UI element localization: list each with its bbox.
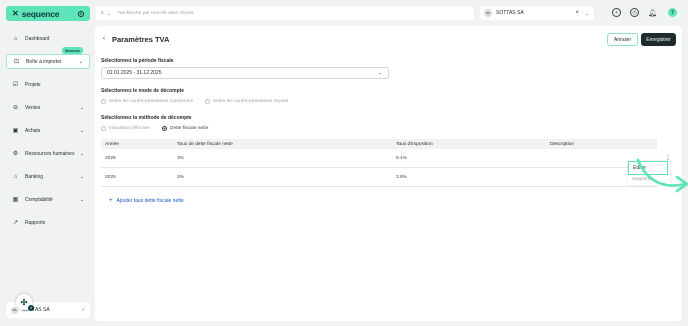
chevron-down-icon: ⌄ bbox=[79, 104, 84, 111]
bell-icon[interactable]: 🔔︎ bbox=[648, 8, 657, 17]
avatar: SS bbox=[484, 9, 492, 17]
chevron-down-icon: ⌄ bbox=[79, 127, 84, 134]
radio-circle bbox=[101, 126, 106, 131]
sidebar-item-label: Dashboard bbox=[25, 35, 50, 42]
sidebar-item-label: Projets bbox=[25, 81, 41, 88]
chevron-down-icon: ⌄ bbox=[585, 10, 589, 16]
method-radio-net-tax[interactable]: Dette fiscale nette bbox=[162, 126, 208, 131]
cell-net-rate: 3% bbox=[177, 156, 184, 161]
new-badge: Nouveau bbox=[62, 47, 83, 54]
count-mode-label: Sélectionnez le mode de décompte bbox=[101, 88, 185, 94]
cell-year: 2025 bbox=[105, 156, 116, 161]
radio-circle bbox=[101, 99, 106, 104]
radio-circle bbox=[205, 99, 210, 104]
count-mode-radio-received[interactable]: Selon les contre-prestations reçues bbox=[205, 99, 288, 104]
column-header: Année bbox=[105, 141, 119, 147]
column-header: Taux de dette fiscale nette bbox=[177, 141, 233, 147]
page-title: Paramètres TVA bbox=[112, 35, 170, 44]
chart-line-icon: ↗ bbox=[12, 220, 19, 226]
method-label: Sélectionnez la méthode de décompte bbox=[101, 115, 192, 121]
sidebar-item-inbox[interactable]: ⊡ Boîte à importer ⌄ bbox=[6, 54, 90, 69]
sequence-logo-icon: ✕ bbox=[12, 9, 19, 18]
table-row[interactable]: 2025 3% 3.8% bbox=[101, 168, 657, 187]
company-selector[interactable]: SS SOTTAS SA × ⌄ bbox=[480, 6, 594, 20]
column-header: Taux d'imposition bbox=[396, 141, 433, 147]
sidebar-item-hr[interactable]: ⚙ Ressources humaines ⌄ bbox=[6, 146, 90, 161]
avatar: SS bbox=[11, 306, 18, 314]
sidebar-item-label: Comptabilité bbox=[25, 196, 53, 203]
search-input[interactable]: ⌕ ⌄ Recherche par mot-clé dans clients bbox=[96, 6, 474, 20]
chevron-down-icon: ⌄ bbox=[79, 196, 84, 203]
radio-label: Imposition effective bbox=[109, 126, 150, 131]
sidebar-item-label: Ventes bbox=[25, 104, 41, 111]
column-header: Description bbox=[550, 141, 574, 147]
home-icon: ⌂ bbox=[13, 35, 18, 42]
table-header: Année Taux de dette fiscale nette Taux d… bbox=[101, 139, 657, 149]
radio-label: Dette fiscale nette bbox=[170, 126, 209, 131]
brand-logo[interactable]: ✕ sequence $ bbox=[6, 6, 90, 21]
chevron-down-icon: ⌄ bbox=[378, 70, 382, 75]
chevron-down-icon: ⌄ bbox=[106, 10, 111, 16]
radio-label: Selon les contre-prestations reçues bbox=[213, 99, 289, 104]
sidebar-item-dashboard[interactable]: ⌂ Dashboard bbox=[6, 31, 90, 46]
cell-year: 2025 bbox=[105, 175, 116, 180]
vat-settings-panel: ‹ Paramètres TVA Annuler Enregistrer Sél… bbox=[95, 26, 688, 321]
cart-icon: ▣ bbox=[12, 128, 19, 134]
sidebar-item-label: Banking bbox=[25, 173, 44, 180]
cell-net-rate: 3% bbox=[177, 175, 184, 180]
sidebar-item-projects[interactable]: ☑ Projets bbox=[6, 77, 90, 92]
brand-name: sequence bbox=[21, 8, 60, 19]
sidebar: ✕ sequence $ ⌂ Dashboard ⊡ Boîte à impor… bbox=[0, 0, 92, 326]
chevron-down-icon: ⌄ bbox=[78, 58, 83, 65]
chevron-down-icon: ⌄ bbox=[79, 173, 84, 180]
plus-icon: + bbox=[109, 198, 113, 204]
currency-icon: $ bbox=[78, 10, 84, 17]
count-mode-radio-agreed[interactable]: Selon les contre-prestations convenues bbox=[101, 99, 193, 104]
notification-count-badge: 4 bbox=[28, 305, 34, 311]
add-link-label: Ajouter taux dette fiscale nette bbox=[116, 198, 184, 204]
method-radio-effective[interactable]: Imposition effective bbox=[101, 126, 150, 131]
cell-tax-rate: 8.1% bbox=[396, 156, 407, 161]
search-placeholder: Recherche par mot-clé dans clients bbox=[118, 10, 194, 16]
gear-icon: ⚙ bbox=[12, 151, 19, 157]
add-icon[interactable]: + bbox=[612, 8, 621, 17]
sidebar-item-sales[interactable]: ⊖ Ventes ⌄ bbox=[6, 100, 90, 115]
table-row[interactable]: 2025 3% 8.1% ⋮ bbox=[101, 149, 671, 168]
calculator-icon: ▦ bbox=[12, 197, 19, 203]
search-icon: ⌕ bbox=[101, 10, 104, 16]
inbox-icon: ⊡ bbox=[13, 59, 20, 65]
radio-label: Selon les contre-prestations convenues bbox=[109, 99, 193, 104]
cell-tax-rate: 3.8% bbox=[396, 175, 407, 180]
back-arrow-icon[interactable]: ‹ bbox=[103, 36, 105, 42]
save-button[interactable]: Enregistrer bbox=[641, 33, 676, 46]
help-icon[interactable]: ? bbox=[668, 8, 677, 17]
sidebar-item-label: Achats bbox=[25, 127, 41, 134]
clear-icon[interactable]: × bbox=[575, 10, 579, 16]
bank-icon: ⌂ bbox=[13, 173, 18, 180]
topbar: ⌕ ⌄ Recherche par mot-clé dans clients S… bbox=[92, 0, 688, 26]
clock-icon[interactable]: ◷ bbox=[630, 8, 639, 17]
radio-circle bbox=[162, 126, 167, 131]
cancel-button[interactable]: Annuler bbox=[607, 33, 638, 46]
period-label: Sélectionnez la période fiscale bbox=[101, 58, 174, 64]
chevron-right-icon: › bbox=[82, 307, 84, 313]
bag-icon: ⊖ bbox=[12, 105, 19, 111]
company-name: SOTTAS SA bbox=[496, 10, 524, 16]
sidebar-item-label: Ressources humaines bbox=[25, 150, 75, 157]
sidebar-item-label: Boîte à importer bbox=[26, 58, 62, 65]
period-value: 01.01.2025 - 31.12.2025 bbox=[107, 70, 162, 76]
period-select[interactable]: 01.01.2025 - 31.12.2025 ⌄ bbox=[101, 67, 389, 79]
check-square-icon: ☑ bbox=[12, 82, 19, 88]
sidebar-item-reports[interactable]: ↗ Rapports bbox=[6, 215, 90, 230]
chevron-down-icon: ⌄ bbox=[79, 150, 84, 157]
sidebar-item-purchases[interactable]: ▣ Achats ⌄ bbox=[6, 123, 90, 138]
add-net-tax-rate-link[interactable]: + Ajouter taux dette fiscale nette bbox=[109, 198, 184, 204]
sidebar-item-accounting[interactable]: ▦ Comptabilité ⌄ bbox=[6, 192, 90, 207]
sidebar-item-label: Rapports bbox=[25, 219, 46, 226]
sidebar-item-banking[interactable]: ⌂ Banking ⌄ bbox=[6, 169, 90, 184]
annotation-arrow bbox=[636, 158, 688, 193]
